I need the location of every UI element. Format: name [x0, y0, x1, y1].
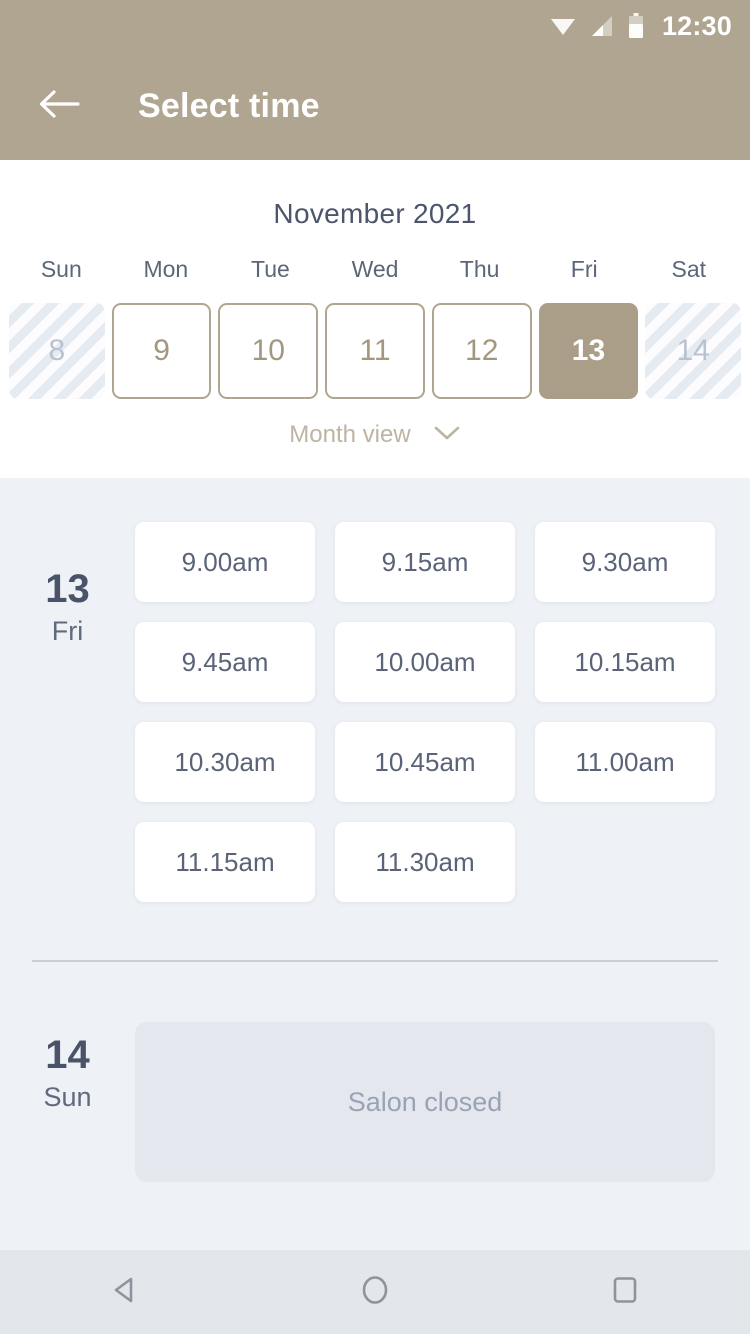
time-slot[interactable]: 11.00am	[535, 722, 715, 802]
time-slot[interactable]: 9.15am	[335, 522, 515, 602]
schedule-day-14: 14 Sun Salon closed	[0, 962, 750, 1182]
schedule-day-13: 13 Fri 9.00am 9.15am 9.30am 9.45am 10.00…	[0, 478, 750, 902]
time-slot[interactable]: 9.30am	[535, 522, 715, 602]
weekday-header-row: Sun Mon Tue Wed Thu Fri Sat	[0, 256, 750, 283]
wifi-icon	[550, 15, 576, 37]
nav-home-button[interactable]	[330, 1257, 420, 1327]
weekday-header: Mon	[143, 256, 189, 282]
schedule-day-label: 14 Sun	[0, 962, 135, 1182]
calendar-days-row: 8 9 10 11 12 13 14	[0, 303, 750, 399]
calendar-day-9[interactable]: 9	[111, 303, 212, 399]
weekday-header: Fri	[570, 256, 598, 282]
back-button[interactable]	[28, 75, 90, 137]
weekday-header: Sat	[671, 256, 707, 282]
nav-recents-button[interactable]	[580, 1257, 670, 1327]
calendar-month-title: November 2021	[273, 198, 477, 229]
calendar-day-8: 8	[9, 303, 105, 399]
weekday-header: Sun	[40, 256, 82, 282]
cellular-signal-icon	[590, 14, 614, 38]
triangle-back-icon	[107, 1272, 143, 1313]
page-title: Select time	[138, 86, 320, 125]
schedule-day-name: Sun	[43, 1082, 92, 1112]
time-slot[interactable]: 10.15am	[535, 622, 715, 702]
nav-back-button[interactable]	[80, 1257, 170, 1327]
calendar-day-11[interactable]: 11	[325, 303, 425, 399]
month-view-label: Month view	[289, 421, 411, 448]
app-root: 12:30 Select time November 2021 Sun Mon …	[0, 0, 750, 1334]
circle-home-icon	[357, 1272, 393, 1313]
schedule-day-number: 13	[45, 567, 90, 611]
arrow-left-icon	[38, 88, 80, 125]
calendar-day-13[interactable]: 13	[538, 303, 639, 399]
schedule-day-label: 13 Fri	[0, 522, 135, 902]
weekday-header: Tue	[251, 256, 290, 282]
time-slot[interactable]: 11.15am	[135, 822, 315, 902]
square-recents-icon	[607, 1272, 643, 1313]
schedule-day-name: Fri	[51, 616, 84, 646]
time-slot[interactable]: 10.45am	[335, 722, 515, 802]
schedule-day-number: 14	[45, 1033, 90, 1077]
status-bar-clock: 12:30	[661, 10, 732, 41]
month-view-toggle[interactable]: Month view	[0, 421, 750, 449]
status-bar: 12:30	[0, 0, 750, 52]
android-nav-bar	[0, 1250, 750, 1334]
time-slot-grid: 9.00am 9.15am 9.30am 9.45am 10.00am 10.1…	[135, 522, 715, 902]
calendar-day-10[interactable]: 10	[218, 303, 319, 399]
time-slot[interactable]: 9.45am	[135, 622, 315, 702]
schedule-scroll-area[interactable]: 13 Fri 9.00am 9.15am 9.30am 9.45am 10.00…	[0, 478, 750, 1250]
app-bar: Select time	[0, 52, 750, 160]
calendar-day-12[interactable]: 12	[431, 303, 532, 399]
time-slot[interactable]: 10.30am	[135, 722, 315, 802]
calendar-card: November 2021 Sun Mon Tue Wed Thu Fri Sa…	[0, 160, 750, 478]
battery-icon	[628, 13, 644, 39]
calendar-day-14: 14	[645, 303, 742, 399]
time-slot[interactable]: 10.00am	[335, 622, 515, 702]
weekday-header: Thu	[459, 256, 500, 282]
salon-closed-panel: Salon closed	[135, 1022, 715, 1182]
time-slot[interactable]: 11.30am	[335, 822, 515, 902]
weekday-header: Wed	[351, 256, 399, 282]
chevron-down-icon	[433, 424, 461, 447]
time-slot[interactable]: 9.00am	[135, 522, 315, 602]
